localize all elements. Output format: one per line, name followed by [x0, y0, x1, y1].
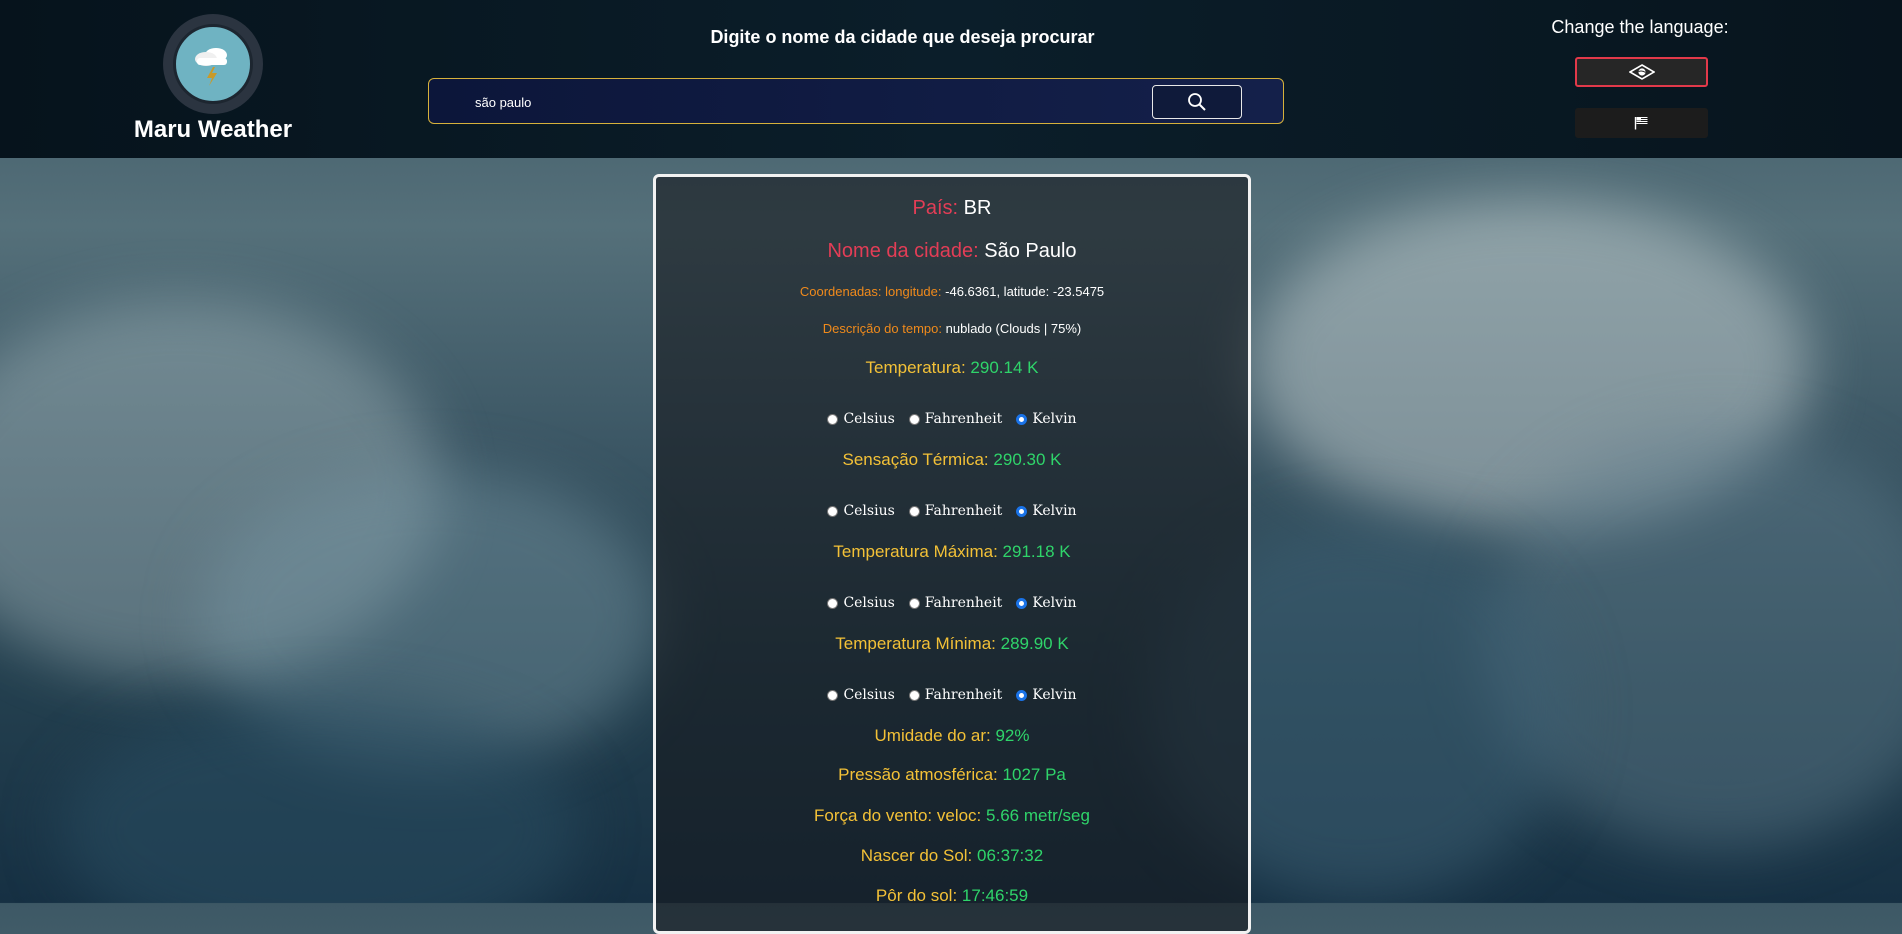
- search-input[interactable]: [473, 90, 1077, 114]
- brazil-flag-icon: [1628, 64, 1655, 80]
- search-prompt: Digite o nome da cidade que deseja procu…: [710, 27, 1095, 47]
- wind-row: Força do vento: veloc: 5.66 metr/seg: [656, 806, 1248, 826]
- kelvin-radio[interactable]: Kelvin: [1016, 503, 1077, 519]
- pressure-row: Pressão atmosférica: 1027 Pa: [656, 765, 1248, 785]
- celsius-label: Celsius: [843, 687, 895, 703]
- celsius-radio[interactable]: Celsius: [827, 503, 895, 519]
- search-icon: [1188, 93, 1206, 111]
- coords-row: Coordenadas: longitude: -46.6361, latitu…: [656, 284, 1248, 299]
- city-row: Nome da cidade: São Paulo: [656, 240, 1248, 263]
- temperature-unit-group: Celsius Fahrenheit Kelvin: [656, 411, 1248, 427]
- logo-badge: [163, 14, 263, 114]
- radio-dot-selected[interactable]: [1016, 413, 1028, 425]
- fahrenheit-label: Fahrenheit: [924, 411, 1003, 427]
- fahrenheit-label: Fahrenheit: [924, 503, 1003, 519]
- description-value: nublado (Clouds | 75%): [945, 321, 1082, 336]
- kelvin-radio[interactable]: Kelvin: [1016, 411, 1077, 427]
- description-row: Descrição do tempo: nublado (Clouds | 75…: [656, 321, 1248, 336]
- weather-card: País: BR Nome da cidade: São Paulo Coord…: [653, 174, 1251, 934]
- language-en-button[interactable]: [1575, 108, 1708, 138]
- radio-dot[interactable]: [827, 413, 839, 425]
- wind-value: 5.66 metr/seg: [986, 806, 1090, 825]
- humidity-value: 92%: [995, 726, 1030, 745]
- wind-label: Força do vento: veloc:: [814, 806, 982, 825]
- radio-dot[interactable]: [827, 689, 839, 701]
- country-label: País:: [912, 197, 959, 219]
- radio-dot[interactable]: [908, 597, 920, 609]
- sunrise-row: Nascer do Sol: 06:37:32: [656, 846, 1248, 866]
- pressure-label: Pressão atmosférica:: [838, 765, 998, 784]
- kelvin-label: Kelvin: [1032, 503, 1077, 519]
- fahrenheit-radio[interactable]: Fahrenheit: [908, 411, 1003, 427]
- kelvin-radio[interactable]: Kelvin: [1016, 687, 1077, 703]
- country-value: BR: [963, 197, 992, 219]
- sunrise-value: 06:37:32: [977, 846, 1044, 865]
- sunset-value: 17:46:59: [961, 886, 1029, 905]
- sunset-row: Pôr do sol: 17:46:59: [656, 886, 1248, 906]
- radio-dot-selected[interactable]: [1016, 597, 1028, 609]
- temp-min-unit-group: Celsius Fahrenheit Kelvin: [656, 687, 1248, 703]
- celsius-radio[interactable]: Celsius: [827, 411, 895, 427]
- feels-like-row: Sensação Térmica: 290.30 K: [656, 450, 1248, 470]
- fahrenheit-radio[interactable]: Fahrenheit: [908, 503, 1003, 519]
- temp-min-row: Temperatura Mínima: 289.90 K: [656, 634, 1248, 654]
- usa-flag-icon: [1634, 117, 1647, 130]
- pressure-value: 1027 Pa: [1002, 765, 1066, 784]
- temperature-value: 290.14 K: [970, 358, 1039, 377]
- description-label: Descrição do tempo:: [822, 321, 942, 336]
- temp-max-unit-group: Celsius Fahrenheit Kelvin: [656, 595, 1248, 611]
- logo[interactable]: Maru Weather: [133, 14, 293, 144]
- kelvin-label: Kelvin: [1032, 595, 1077, 611]
- fahrenheit-radio[interactable]: Fahrenheit: [908, 595, 1003, 611]
- radio-dot[interactable]: [827, 505, 839, 517]
- celsius-label: Celsius: [843, 595, 895, 611]
- fahrenheit-label: Fahrenheit: [924, 687, 1003, 703]
- feels-like-value: 290.30 K: [993, 450, 1062, 469]
- radio-dot[interactable]: [908, 689, 920, 701]
- temperature-row: Temperatura: 290.14 K: [656, 358, 1248, 378]
- city-value: São Paulo: [984, 240, 1077, 262]
- header-bar: Maru Weather Digite o nome da cidade que…: [0, 0, 1902, 158]
- humidity-row: Umidade do ar: 92%: [656, 726, 1248, 746]
- country-row: País: BR: [656, 197, 1248, 220]
- celsius-label: Celsius: [843, 411, 895, 427]
- radio-dot[interactable]: [908, 505, 920, 517]
- city-label: Nome da cidade:: [827, 240, 979, 262]
- fahrenheit-label: Fahrenheit: [924, 595, 1003, 611]
- search-button[interactable]: [1152, 85, 1242, 119]
- coords-value: -46.6361, latitude: -23.5475: [945, 284, 1105, 299]
- celsius-label: Celsius: [843, 503, 895, 519]
- search-bar: [428, 78, 1284, 124]
- humidity-label: Umidade do ar:: [874, 726, 991, 745]
- language-label: Change the language:: [1551, 17, 1729, 37]
- radio-dot-selected[interactable]: [1016, 505, 1028, 517]
- radio-dot[interactable]: [827, 597, 839, 609]
- celsius-radio[interactable]: Celsius: [827, 595, 895, 611]
- sunset-label: Pôr do sol:: [875, 886, 958, 905]
- kelvin-radio[interactable]: Kelvin: [1016, 595, 1077, 611]
- radio-dot[interactable]: [908, 413, 920, 425]
- app-title: Maru Weather: [133, 116, 293, 143]
- temp-max-label: Temperatura Máxima:: [833, 542, 998, 561]
- kelvin-label: Kelvin: [1032, 411, 1077, 427]
- feels-like-unit-group: Celsius Fahrenheit Kelvin: [656, 503, 1248, 519]
- kelvin-label: Kelvin: [1032, 687, 1077, 703]
- coords-label: Coordenadas: longitude:: [799, 284, 942, 299]
- storm-cloud-icon: [173, 24, 253, 104]
- temp-min-label: Temperatura Mínima:: [835, 634, 996, 653]
- celsius-radio[interactable]: Celsius: [827, 687, 895, 703]
- feels-like-label: Sensação Térmica:: [842, 450, 989, 469]
- sunrise-label: Nascer do Sol:: [860, 846, 973, 865]
- temp-max-row: Temperatura Máxima: 291.18 K: [656, 542, 1248, 562]
- temp-max-value: 291.18 K: [1002, 542, 1071, 561]
- language-pt-button[interactable]: [1575, 57, 1708, 87]
- temperature-label: Temperatura:: [865, 358, 966, 377]
- temp-min-value: 289.90 K: [1000, 634, 1069, 653]
- radio-dot-selected[interactable]: [1016, 689, 1028, 701]
- fahrenheit-radio[interactable]: Fahrenheit: [908, 687, 1003, 703]
